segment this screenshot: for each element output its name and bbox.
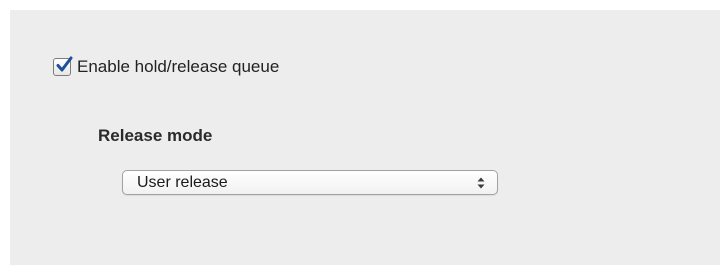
enable-hold-release-option[interactable]: Enable hold/release queue — [53, 56, 279, 77]
release-mode-selected-value: User release — [137, 173, 228, 191]
release-mode-select[interactable]: User release — [122, 170, 498, 195]
up-down-arrows-icon — [477, 177, 485, 189]
enable-hold-release-checkbox[interactable] — [53, 56, 73, 76]
settings-panel: Enable hold/release queue Release mode U… — [10, 10, 720, 265]
checkmark-icon — [56, 56, 73, 72]
enable-hold-release-label[interactable]: Enable hold/release queue — [77, 57, 279, 77]
release-mode-heading: Release mode — [98, 126, 213, 145]
